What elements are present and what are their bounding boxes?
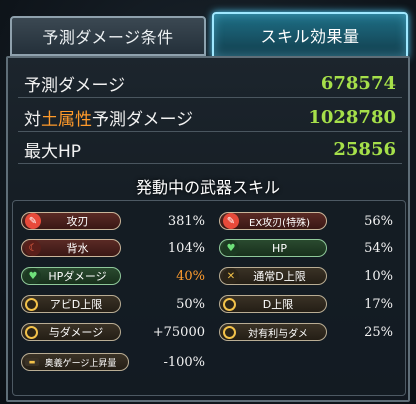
skill-item: D上限 17%	[219, 293, 393, 315]
skill-badge: ♥ HP	[219, 239, 327, 257]
skill-item: ✎ 攻刃 381%	[21, 210, 205, 232]
skill-item: ♥ HPダメージ 40%	[21, 265, 205, 287]
tab-damage-conditions[interactable]: 予測ダメージ条件	[10, 16, 206, 56]
skill-item: ▬ 奥義ゲージ上昇量 -100%	[21, 351, 205, 373]
skill-label: アビD上限	[49, 298, 103, 311]
skill-label: 対有利与ダメ	[248, 328, 308, 340]
skill-label: 攻刃	[66, 215, 89, 228]
tab-skill-effects[interactable]: スキル効果量	[212, 12, 408, 58]
skill-value: 56%	[364, 213, 393, 229]
skill-label: 背水	[66, 242, 89, 255]
skill-value: 381%	[167, 213, 205, 229]
skill-value: 54%	[364, 240, 393, 256]
sword-icon: ✎	[25, 213, 41, 229]
skill-badge: ▬ 奥義ゲージ上昇量	[21, 353, 129, 371]
ring-icon	[223, 297, 236, 311]
skill-item: ✎ EX攻刃(特殊) 56%	[219, 210, 393, 232]
skill-label: 与ダメージ	[48, 326, 104, 339]
skill-item: ♥ HP 54%	[219, 237, 393, 259]
heart-icon: ♥	[223, 240, 239, 256]
skill-badge: ✕ 通常D上限	[219, 267, 327, 285]
ring-icon	[25, 297, 38, 311]
skill-badge: ✎ EX攻刃(特殊)	[219, 212, 327, 230]
stat-value: 1028780	[308, 107, 396, 128]
tab-skill-effects-label: スキル効果量	[260, 27, 360, 46]
skill-label: HPダメージ	[48, 270, 107, 283]
skill-value: 25%	[364, 324, 393, 340]
stat-label-prefix: 対	[24, 110, 41, 130]
skill-badge: ♥ HPダメージ	[21, 267, 121, 285]
skill-item: アビD上限 50%	[21, 293, 205, 315]
stat-label: 予測ダメージ	[24, 76, 126, 96]
stat-row-earth-damage: 対土属性予測ダメージ 1028780	[18, 104, 402, 132]
gauge-bar-icon: ▬	[25, 358, 39, 366]
skill-badge: ☾ 背水	[21, 239, 121, 257]
stat-row-max-hp: 最大HP 25856	[18, 136, 402, 164]
weapon-skill-list: ✎ 攻刃 381% ☾ 背水 104% ♥ HPダメージ 40% アビD上限 5…	[12, 200, 406, 396]
skill-item: ✕ 通常D上限 10%	[219, 265, 393, 287]
moon-icon: ☾	[25, 240, 41, 256]
ring-icon	[223, 325, 236, 339]
skill-window: 予測ダメージ条件 スキル効果量 予測ダメージ 678574 対土属性予測ダメージ…	[0, 0, 416, 404]
skill-value: +75000	[152, 324, 205, 340]
skill-label: EX攻刃(特殊)	[249, 217, 310, 229]
tab-bar: 予測ダメージ条件 スキル効果量	[8, 10, 408, 58]
skill-label: 通常D上限	[253, 270, 306, 283]
skill-label: HP	[272, 241, 287, 255]
skill-item: 対有利与ダメ 25%	[219, 321, 393, 343]
stat-value: 678574	[320, 73, 396, 94]
element-earth-label: 土属性	[41, 110, 92, 130]
crossed-swords-icon: ✕	[223, 268, 239, 284]
skill-badge: D上限	[219, 295, 327, 313]
section-title: 発動中の武器スキル	[135, 178, 280, 197]
stat-label: 最大HP	[24, 142, 82, 162]
skill-label: D上限	[262, 298, 294, 311]
ring-icon	[25, 325, 38, 339]
skill-badge: 与ダメージ	[21, 323, 121, 341]
heart-icon: ♥	[25, 268, 41, 284]
tab-damage-conditions-label: 予測ダメージ条件	[42, 28, 174, 47]
skill-label: 奥義ゲージ上昇量	[44, 358, 117, 369]
stat-value: 25856	[333, 139, 396, 160]
stat-label-suffix: 予測ダメージ	[92, 110, 194, 130]
skill-value: 10%	[364, 268, 393, 284]
skill-value: -100%	[163, 354, 205, 370]
skill-value: 50%	[176, 296, 205, 312]
stat-row-predicted-damage: 予測ダメージ 678574	[18, 70, 402, 98]
skill-item: 与ダメージ +75000	[21, 321, 205, 343]
skill-value: 40%	[176, 268, 205, 284]
skill-value: 17%	[364, 296, 393, 312]
skill-badge: ✎ 攻刃	[21, 212, 121, 230]
skill-badge: 対有利与ダメ	[219, 323, 327, 341]
skill-item: ☾ 背水 104%	[21, 237, 205, 259]
skill-effects-panel: 予測ダメージ 678574 対土属性予測ダメージ 1028780 最大HP 25…	[6, 56, 410, 402]
skill-value: 104%	[167, 240, 205, 256]
sword-icon: ✎	[223, 213, 239, 229]
stat-label: 対土属性予測ダメージ	[24, 105, 193, 130]
skill-badge: アビD上限	[21, 295, 121, 313]
